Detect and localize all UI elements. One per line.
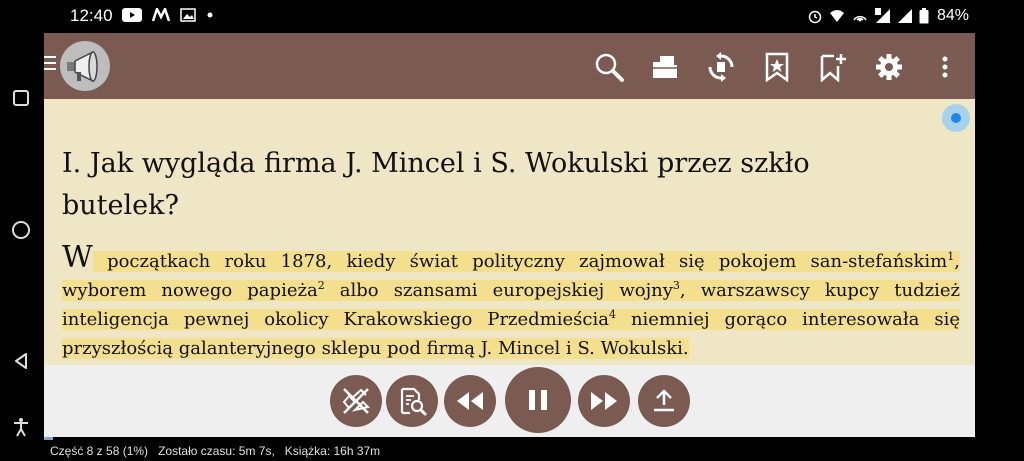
part-indicator: Część 8 z 58 (1%) [50, 444, 149, 458]
search-icon [595, 53, 624, 82]
accessibility-icon [14, 418, 28, 437]
settings-button[interactable] [872, 50, 906, 84]
upload-icon [654, 389, 674, 412]
more-icon [942, 56, 948, 78]
sleep-timer-off-icon [342, 388, 370, 414]
document-search-icon [400, 387, 427, 416]
pause-button[interactable] [505, 367, 571, 433]
rewind-button[interactable] [444, 375, 496, 427]
battery-icon [919, 8, 929, 24]
wifi-icon [829, 10, 844, 22]
signal-2-icon [897, 9, 912, 23]
add-bookmark-icon [820, 54, 846, 82]
book-total-time: Książka: 16h 37m [284, 444, 381, 458]
system-nav-bar [0, 0, 44, 461]
home-button[interactable] [10, 219, 32, 241]
find-in-text-button[interactable] [386, 375, 438, 427]
pause-icon [529, 390, 547, 410]
chapter-title: I. Jak wygląda firma J. Mincel i S. Woku… [62, 148, 810, 221]
reading-page[interactable]: I. Jak wygląda firma J. Mincel i S. Woku… [44, 99, 975, 365]
bookmarks-button[interactable] [760, 50, 794, 84]
drop-cap: W [62, 240, 93, 275]
rewind-icon [457, 392, 483, 410]
status-bar: 12:40 84% [44, 0, 975, 33]
sync-button[interactable] [704, 50, 738, 84]
bookmarks-icon [765, 52, 789, 82]
reading-progress-bar: Część 8 z 58 (1%) Zostało czasu: 5m 7s, … [44, 437, 975, 461]
add-bookmark-button[interactable] [816, 50, 850, 84]
app-logo-avatar[interactable] [60, 41, 110, 91]
mega-icon [152, 8, 170, 22]
megaphone-icon [67, 50, 98, 83]
recents-icon [13, 90, 29, 106]
youtube-icon [122, 8, 142, 22]
footnote-2[interactable]: 2 [318, 279, 325, 292]
book-paragraph[interactable]: W początkach roku 1878, kiedy świat poli… [62, 243, 961, 363]
search-button[interactable] [592, 50, 626, 84]
footnote-4[interactable]: 4 [609, 308, 616, 321]
back-button[interactable] [10, 350, 32, 372]
no-sleep-timer-button[interactable] [330, 375, 382, 427]
more-options-button[interactable] [928, 50, 962, 84]
fast-forward-icon [591, 392, 617, 410]
sync-status-indicator[interactable] [942, 104, 970, 132]
footnote-3[interactable]: 3 [673, 279, 680, 292]
highlighted-text: początkach roku 1878, kiedy świat polity… [62, 250, 961, 359]
open-folder-button[interactable] [648, 50, 682, 84]
settings-icon [876, 54, 902, 80]
time-left: Zostało czasu: 5m 7s, [158, 444, 275, 458]
screen-edge [975, 0, 1024, 461]
menu-icon[interactable] [44, 56, 56, 74]
hotspot-icon [853, 15, 867, 22]
back-icon [15, 353, 27, 369]
status-time: 12:40 [70, 6, 113, 25]
sync-icon [708, 52, 734, 82]
app-toolbar [44, 33, 975, 99]
share-button[interactable] [638, 375, 690, 427]
accessibility-button[interactable] [10, 416, 32, 438]
alarm-icon [808, 10, 822, 24]
signal-1-icon [874, 8, 890, 23]
progress-info: Część 8 z 58 (1%) Zostało czasu: 5m 7s, … [50, 444, 380, 458]
playback-controls [44, 365, 975, 437]
folder-icon [653, 56, 677, 78]
battery-percent: 84% [936, 7, 969, 24]
progress-fill [44, 437, 53, 440]
notification-dot-icon [207, 12, 213, 18]
gallery-icon [180, 8, 196, 22]
home-icon [12, 221, 30, 239]
recents-button[interactable] [10, 87, 32, 109]
fast-forward-button[interactable] [578, 375, 630, 427]
